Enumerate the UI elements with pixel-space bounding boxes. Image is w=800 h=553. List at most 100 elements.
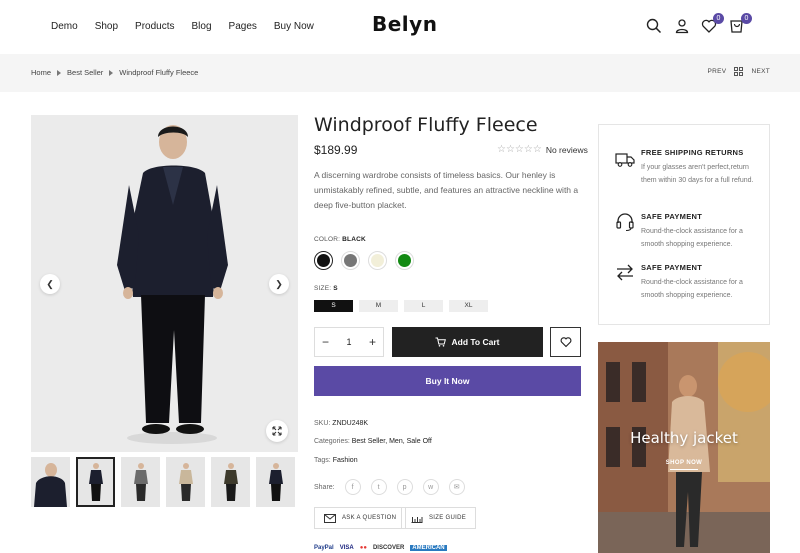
account-icon[interactable] bbox=[674, 18, 690, 34]
wishlist-count-badge: 0 bbox=[713, 13, 724, 24]
model-photo bbox=[31, 115, 298, 452]
feature-text: Round-the-clock assistance for a smooth … bbox=[641, 228, 743, 248]
thumbnail-4[interactable] bbox=[166, 457, 205, 507]
share-label: Share: bbox=[314, 483, 335, 491]
cart-icon bbox=[435, 337, 447, 347]
service-info-box: FREE SHIPPING RETURNS If your glasses ar… bbox=[598, 124, 770, 325]
site-header: Demo Shop Products Blog Pages Buy Now Be… bbox=[0, 0, 800, 54]
size-options: S M L XL bbox=[314, 300, 488, 312]
cart-icon[interactable]: 0 bbox=[729, 13, 752, 34]
product-title: Windproof Fluffy Fleece bbox=[314, 114, 538, 136]
email-icon[interactable]: ✉ bbox=[448, 479, 465, 495]
categories-value[interactable]: Best Seller, Men, Sale Off bbox=[352, 438, 432, 445]
size-guide-label: SIZE GUIDE bbox=[429, 515, 467, 521]
feature-safe-payment-2: SAFE PAYMENT Round-the-clock assistance … bbox=[641, 263, 766, 302]
size-guide-button[interactable]: SIZE GUIDE bbox=[401, 507, 477, 529]
expand-icon bbox=[272, 426, 282, 436]
selected-color: BLACK bbox=[342, 236, 366, 243]
buy-now-button[interactable]: Buy It Now bbox=[314, 366, 581, 396]
truck-icon bbox=[615, 153, 635, 167]
product-pager: PREV NEXT bbox=[708, 67, 770, 76]
quantity-value[interactable]: 1 bbox=[346, 337, 351, 347]
size-option-l[interactable]: L bbox=[404, 300, 443, 312]
banner-shop-now-link[interactable]: SHOP NOW bbox=[598, 460, 770, 470]
nav-item-shop[interactable]: Shop bbox=[95, 21, 118, 32]
wishlist-icon[interactable]: 0 bbox=[701, 13, 724, 34]
prev-link[interactable]: PREV bbox=[708, 68, 727, 75]
thumbnail-5[interactable] bbox=[211, 457, 250, 507]
feature-title: SAFE PAYMENT bbox=[641, 212, 703, 221]
product-main-image[interactable]: ❮ ❯ bbox=[31, 115, 298, 452]
zoom-button[interactable] bbox=[266, 420, 288, 442]
banner-title: Healthy jacket bbox=[630, 429, 738, 447]
nav-item-buy-now[interactable]: Buy Now bbox=[274, 21, 314, 32]
nav-item-products[interactable]: Products bbox=[135, 21, 174, 32]
thumbnail-3[interactable] bbox=[121, 457, 160, 507]
color-swatch-black[interactable] bbox=[314, 251, 333, 270]
tags-line: Tags: Fashion bbox=[314, 457, 358, 464]
mastercard-logo: ●● bbox=[359, 545, 367, 551]
breadcrumb-home[interactable]: Home bbox=[31, 68, 51, 77]
size-label: SIZE: S bbox=[314, 285, 338, 292]
next-link[interactable]: NEXT bbox=[751, 68, 770, 75]
grid-icon[interactable] bbox=[734, 67, 744, 76]
search-icon[interactable] bbox=[646, 18, 662, 34]
rating-summary[interactable]: ☆☆☆☆☆ No reviews bbox=[497, 144, 588, 155]
product-description: A discerning wardrobe consists of timele… bbox=[314, 170, 579, 210]
payment-logos: PayPal VISA ●● DISCOVER AMERICAN bbox=[314, 545, 447, 551]
tags-value[interactable]: Fashion bbox=[333, 457, 358, 464]
image-prev-button[interactable]: ❮ bbox=[40, 274, 60, 294]
feature-text: Round-the-clock assistance for a smooth … bbox=[641, 279, 743, 299]
twitter-icon[interactable]: t bbox=[370, 479, 387, 495]
color-label: COLOR: BLACK bbox=[314, 236, 366, 243]
selected-size: S bbox=[333, 285, 338, 292]
breadcrumb-best-seller[interactable]: Best Seller bbox=[67, 68, 103, 77]
ruler-icon bbox=[411, 516, 423, 523]
promo-banner[interactable]: Healthy jacket SHOP NOW bbox=[598, 342, 770, 553]
breadcrumb-current: Windproof Fluffy Fleece bbox=[119, 68, 199, 77]
color-swatches bbox=[314, 251, 414, 270]
feature-safe-payment-1: SAFE PAYMENT Round-the-clock assistance … bbox=[641, 212, 766, 251]
nav-item-pages[interactable]: Pages bbox=[229, 21, 257, 32]
thumbnail-1[interactable] bbox=[31, 457, 70, 507]
heart-icon bbox=[560, 337, 571, 348]
thumbnail-2[interactable] bbox=[76, 457, 115, 507]
site-logo[interactable]: Belyn bbox=[372, 12, 437, 36]
plus-icon[interactable]: + bbox=[369, 335, 376, 349]
nav-item-demo[interactable]: Demo bbox=[51, 21, 78, 32]
breadcrumb: Home Best Seller Windproof Fluffy Fleece bbox=[31, 68, 198, 77]
thumbnail-6[interactable] bbox=[256, 457, 295, 507]
image-next-button[interactable]: ❯ bbox=[269, 274, 289, 294]
feature-free-shipping: FREE SHIPPING RETURNS If your glasses ar… bbox=[641, 148, 766, 187]
whatsapp-icon[interactable]: w bbox=[422, 479, 439, 495]
color-swatch-grey[interactable] bbox=[341, 251, 360, 270]
add-to-wishlist-button[interactable] bbox=[550, 327, 581, 357]
breadcrumb-bar: Home Best Seller Windproof Fluffy Fleece… bbox=[0, 54, 800, 92]
pinterest-icon[interactable]: p bbox=[396, 479, 413, 495]
sku-value: ZNDU248K bbox=[332, 420, 369, 427]
feature-text: If your glasses aren't perfect,return th… bbox=[641, 164, 754, 184]
product-price: $189.99 bbox=[314, 143, 358, 157]
amex-logo: AMERICAN bbox=[410, 545, 447, 551]
add-to-cart-button[interactable]: Add To Cart bbox=[392, 327, 543, 357]
cart-count-badge: 0 bbox=[741, 13, 752, 24]
size-option-m[interactable]: M bbox=[359, 300, 398, 312]
chevron-left-icon: ❮ bbox=[46, 278, 54, 289]
minus-icon[interactable]: − bbox=[322, 335, 329, 349]
size-option-xl[interactable]: XL bbox=[449, 300, 488, 312]
color-swatch-green[interactable] bbox=[395, 251, 414, 270]
chevron-right-icon bbox=[57, 69, 62, 76]
thumbnail-strip bbox=[31, 457, 295, 507]
nav-item-blog[interactable]: Blog bbox=[192, 21, 212, 32]
ask-question-label: ASK A QUESTION bbox=[342, 515, 397, 521]
size-option-s[interactable]: S bbox=[314, 300, 353, 312]
headset-icon bbox=[616, 213, 634, 232]
envelope-icon bbox=[324, 513, 336, 523]
ask-question-button[interactable]: ASK A QUESTION bbox=[314, 507, 407, 529]
chevron-right-icon bbox=[109, 69, 114, 76]
feature-title: FREE SHIPPING RETURNS bbox=[641, 148, 744, 157]
color-swatch-cream[interactable] bbox=[368, 251, 387, 270]
main-nav: Demo Shop Products Blog Pages Buy Now bbox=[51, 21, 331, 32]
chevron-right-icon: ❯ bbox=[275, 278, 283, 289]
facebook-icon[interactable]: f bbox=[344, 479, 361, 495]
